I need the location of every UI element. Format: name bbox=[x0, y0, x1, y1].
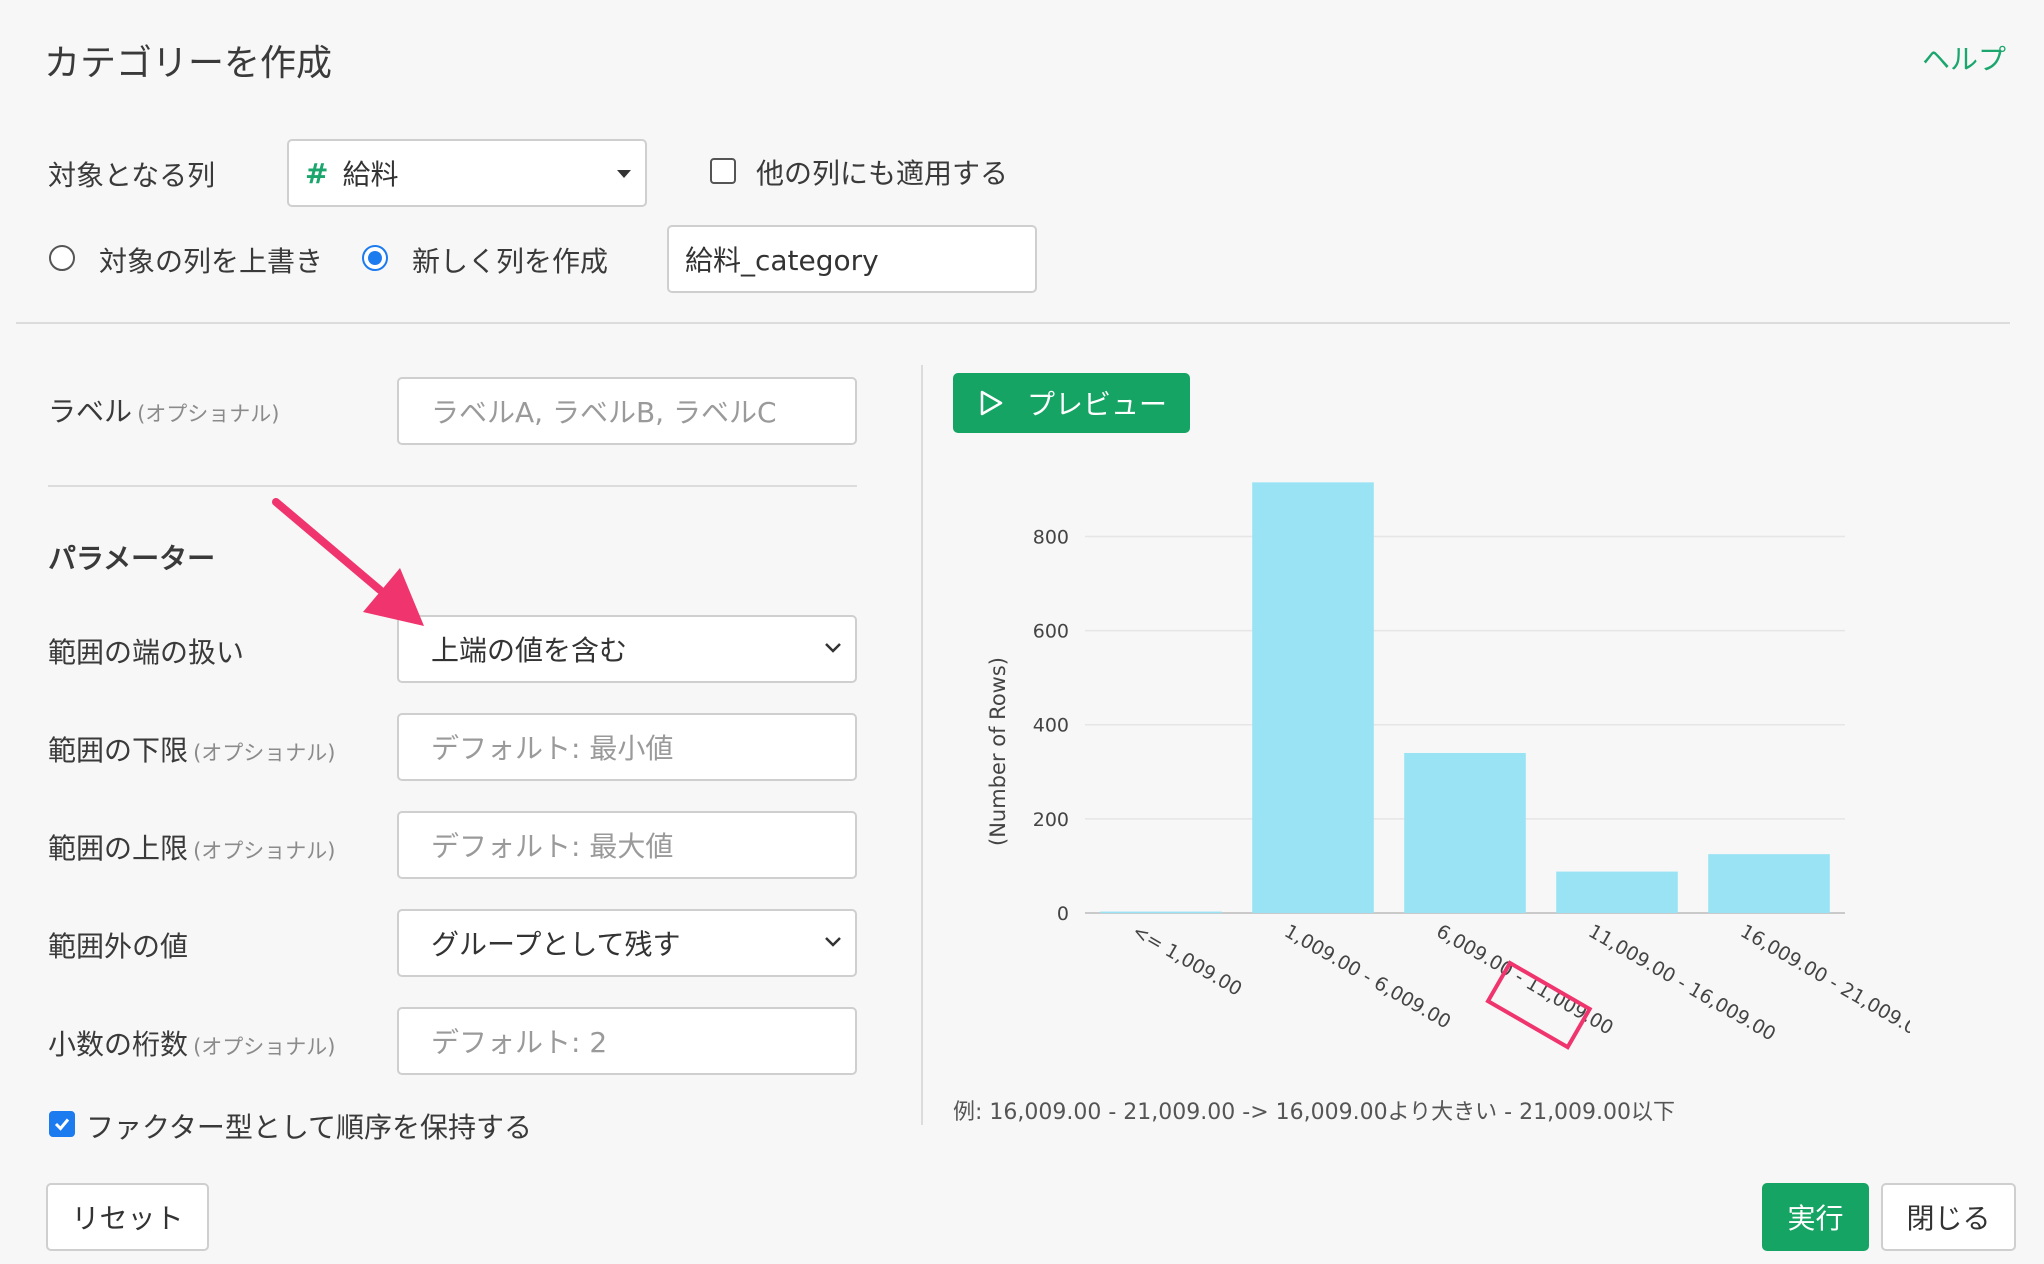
label-input[interactable]: ラベルA, ラベルB, ラベルC bbox=[397, 377, 857, 445]
play-icon bbox=[980, 390, 1003, 416]
bar bbox=[1100, 911, 1222, 914]
run-button[interactable]: 実行 bbox=[1762, 1183, 1869, 1251]
decimal-places-label: 小数の桁数 (オプショナル) bbox=[48, 1028, 336, 1061]
bar bbox=[1404, 752, 1526, 913]
y-tick-label: 0 bbox=[1057, 903, 1069, 925]
range-upper-input[interactable]: デフォルト: 最大値 bbox=[397, 811, 857, 879]
range-lower-placeholder: デフォルト: 最小値 bbox=[431, 732, 674, 765]
y-tick-label: 800 bbox=[1033, 526, 1069, 548]
range-lower-label: 範囲の下限 (オプショナル) bbox=[48, 734, 336, 767]
form-divider bbox=[48, 485, 857, 487]
apply-other-columns-label: 他の列にも適用する bbox=[756, 157, 1009, 190]
range-edge-select[interactable]: 上端の値を含む bbox=[397, 615, 857, 683]
y-axis-label: (Number of Rows) bbox=[986, 657, 1010, 846]
decimal-places-input[interactable]: デフォルト: 2 bbox=[397, 1007, 857, 1075]
reset-button[interactable]: リセット bbox=[46, 1183, 209, 1251]
create-new-radio[interactable] bbox=[362, 245, 388, 271]
out-of-range-select[interactable]: グループとして残す bbox=[397, 909, 857, 977]
x-tick-label: 1,009.00 - 6,009.00 bbox=[1281, 920, 1455, 1033]
target-column-value: 給料 bbox=[342, 158, 399, 191]
keep-order-checkbox[interactable] bbox=[49, 1111, 75, 1137]
chevron-down-icon bbox=[825, 937, 841, 947]
annotation-arrow-icon bbox=[272, 498, 424, 626]
parameters-heading: パラメーター bbox=[48, 542, 216, 575]
preview-button-label: プレビュー bbox=[1027, 388, 1168, 421]
check-icon bbox=[54, 1118, 70, 1131]
dialog-title: カテゴリーを作成 bbox=[44, 43, 333, 84]
label-field-label: ラベル (オプショナル) bbox=[48, 395, 280, 428]
range-upper-placeholder: デフォルト: 最大値 bbox=[431, 830, 674, 863]
y-tick-label: 400 bbox=[1033, 715, 1069, 737]
y-tick-label: 200 bbox=[1033, 809, 1069, 831]
out-of-range-value: グループとして残す bbox=[431, 928, 681, 961]
section-divider bbox=[16, 322, 2010, 324]
range-edge-value: 上端の値を含む bbox=[431, 634, 628, 667]
preview-button[interactable]: プレビュー bbox=[953, 373, 1190, 433]
range-edge-label: 範囲の端の扱い bbox=[48, 636, 245, 669]
out-of-range-label: 範囲外の値 bbox=[48, 930, 189, 963]
caret-down-icon bbox=[617, 170, 631, 178]
target-column-label: 対象となる列 bbox=[48, 159, 216, 192]
panel-divider bbox=[921, 365, 923, 1125]
bar bbox=[1556, 871, 1678, 913]
create-new-label: 新しく列を作成 bbox=[412, 245, 609, 278]
overwrite-label: 対象の列を上書き bbox=[99, 245, 324, 278]
new-column-name-value: 給料_category bbox=[685, 244, 879, 277]
histogram-chart: 0 200 400 600 800 (Number of Rows) <= 1,009.00… bbox=[986, 482, 1910, 1050]
new-column-name-input[interactable]: 給料_category bbox=[667, 225, 1037, 293]
close-button[interactable]: 閉じる bbox=[1881, 1183, 2016, 1251]
y-tick-label: 600 bbox=[1033, 621, 1069, 643]
chevron-down-icon bbox=[825, 643, 841, 653]
help-link[interactable]: ヘルプ bbox=[1922, 38, 2006, 78]
bar bbox=[1252, 482, 1374, 913]
label-input-placeholder: ラベルA, ラベルB, ラベルC bbox=[431, 396, 777, 429]
example-text: 例: 16,009.00 - 21,009.00 -> 16,009.00より大… bbox=[953, 1100, 1676, 1125]
bar bbox=[1708, 854, 1830, 913]
x-tick-label: <= 1,009.00 bbox=[1129, 920, 1246, 1000]
numeric-type-icon: # bbox=[305, 156, 329, 190]
decimal-places-placeholder: デフォルト: 2 bbox=[431, 1026, 608, 1059]
range-upper-label: 範囲の上限 (オプショナル) bbox=[48, 832, 336, 865]
target-column-select[interactable]: # 給料 bbox=[287, 139, 647, 207]
keep-order-label: ファクター型として順序を保持する bbox=[86, 1111, 533, 1144]
range-lower-input[interactable]: デフォルト: 最小値 bbox=[397, 713, 857, 781]
overwrite-radio[interactable] bbox=[49, 245, 75, 271]
apply-other-columns-checkbox[interactable] bbox=[710, 158, 736, 184]
